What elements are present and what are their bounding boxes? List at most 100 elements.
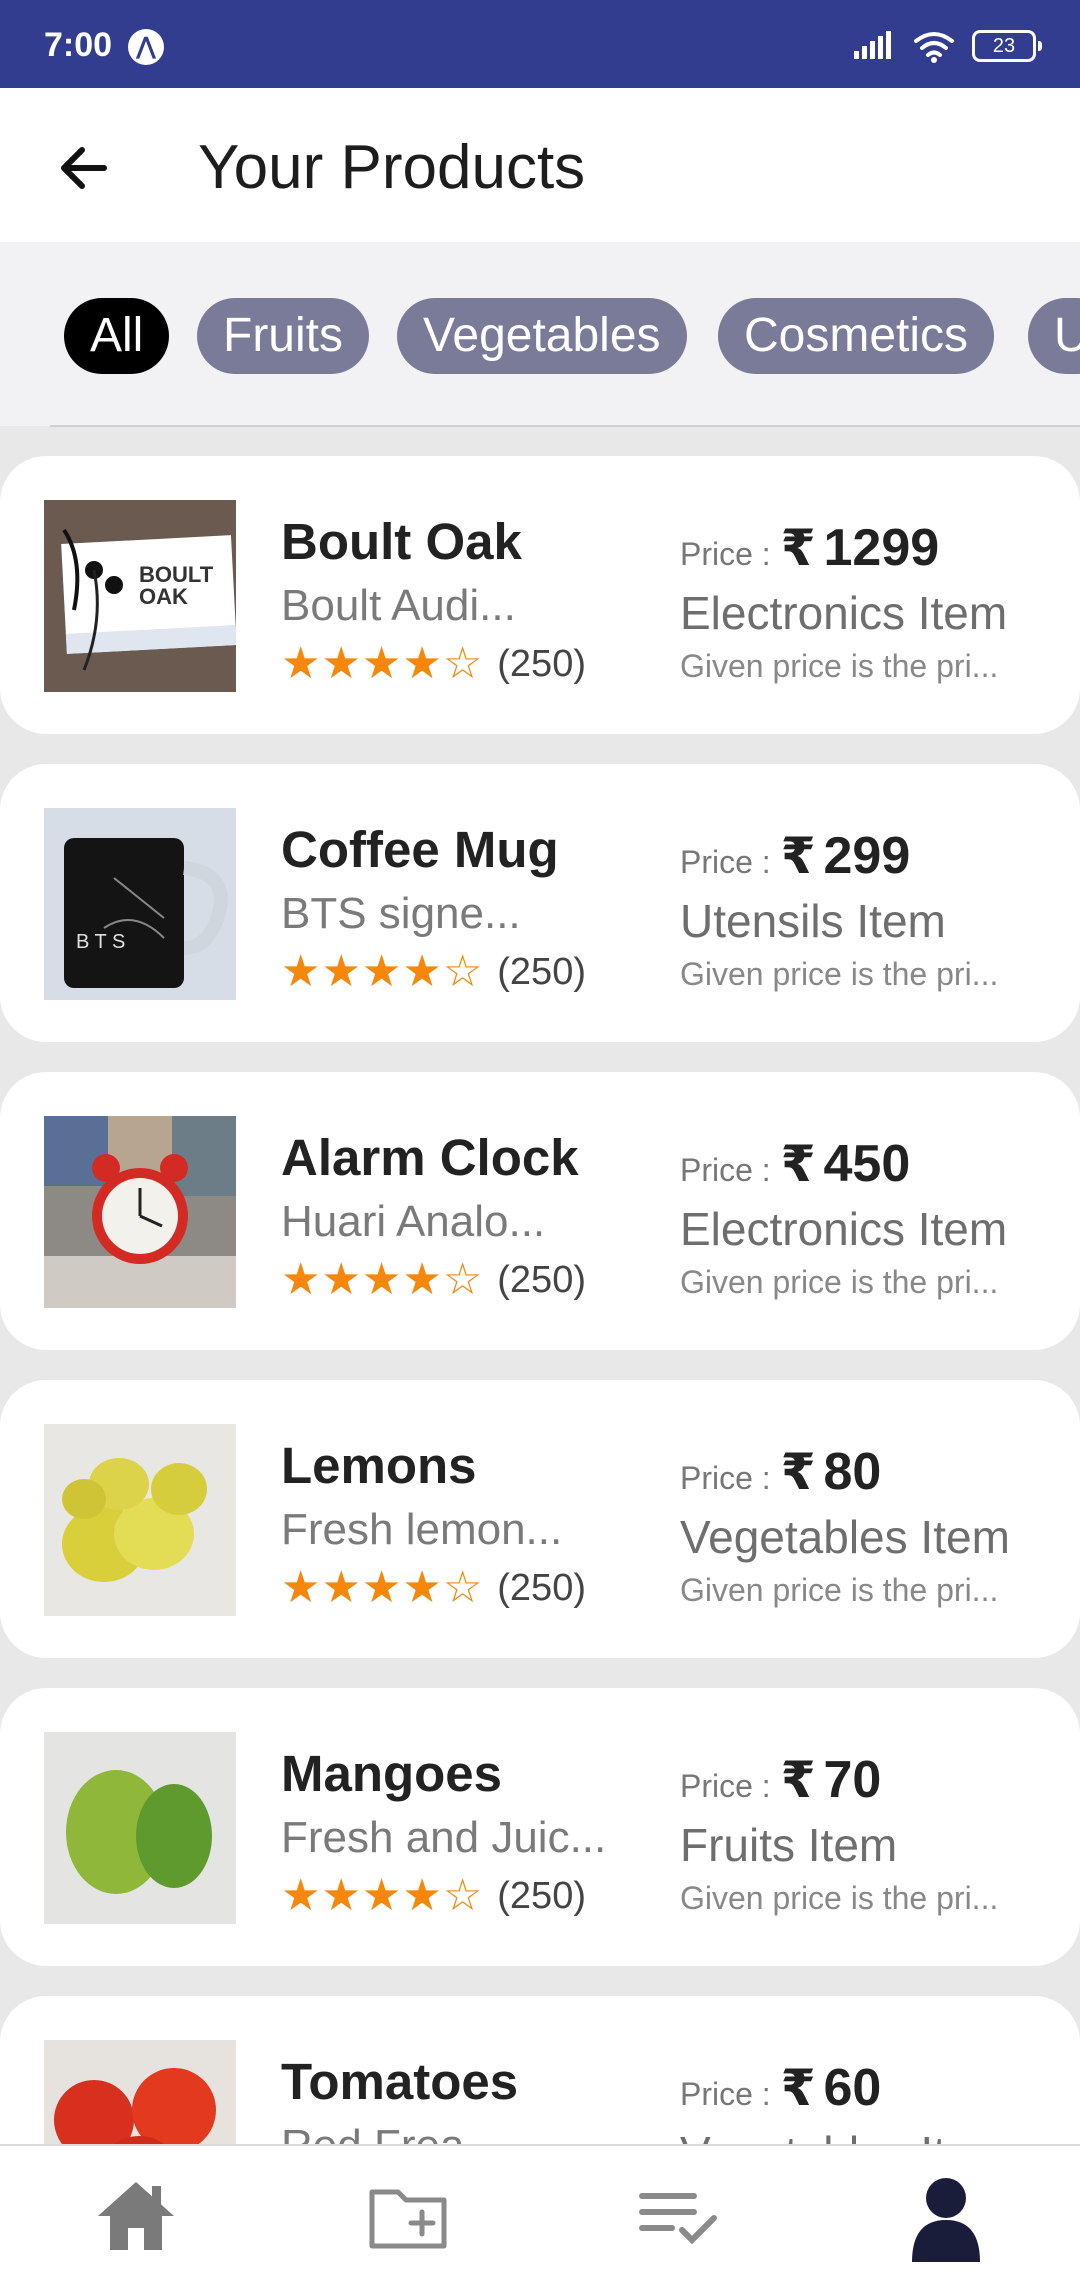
star-empty-icon: ☆ <box>442 1255 483 1304</box>
price-row: Price : ₹80 <box>680 1442 881 1502</box>
price-note: Given price is the pri... <box>680 1264 999 1300</box>
product-image <box>44 2040 236 2144</box>
battery-icon: 23 <box>972 30 1042 62</box>
home-icon[interactable] <box>90 2170 182 2262</box>
product-card[interactable]: Lemons Fresh lemon... ★ ★ ★ ★ ☆ (250) Price … <box>0 1380 1080 1658</box>
star-filled-icon: ★ <box>281 1255 321 1304</box>
rating: ★ ★ ★ ★ ☆ (250) <box>281 1871 586 1921</box>
product-description: Fresh lemon... <box>281 1505 563 1554</box>
star-filled-icon: ★ <box>402 947 442 996</box>
star-empty-icon: ☆ <box>442 639 483 688</box>
star-empty-icon: ☆ <box>442 947 483 996</box>
status-time: 7:00 <box>44 26 113 64</box>
status-bar: 7:00 ⋀ 23 <box>0 0 1080 88</box>
product-category: Vegetables Item <box>680 1511 1010 1563</box>
price-note: Given price is the pri... <box>680 1880 999 1916</box>
star-filled-icon: ★ <box>281 947 321 996</box>
category-filter-bar: All Fruits Vegetables Cosmetics U <box>0 242 1080 426</box>
price-value: 299 <box>823 827 911 885</box>
star-filled-icon: ★ <box>321 1871 361 1920</box>
rating: ★ ★ ★ ★ ☆ (250) <box>281 1255 586 1305</box>
product-category: Electronics Item <box>680 587 1008 639</box>
rating-count: (250) <box>497 950 586 993</box>
product-description: Huari Analo... <box>281 1197 546 1246</box>
product-name: Boult Oak <box>281 513 522 570</box>
product-list[interactable]: BOULT OAK Boult Oak Boult Audi... ★ ★ ★ ★ ☆ … <box>0 426 1080 2144</box>
product-description: Boult Audi... <box>281 581 516 630</box>
back-arrow-icon[interactable] <box>48 132 120 204</box>
price-row: Price : ₹1299 <box>680 518 939 578</box>
product-category: Utensils Item <box>680 895 946 947</box>
star-filled-icon: ★ <box>281 639 321 688</box>
signal-icon <box>854 31 891 59</box>
currency-symbol: ₹ <box>780 828 816 884</box>
rating: ★ ★ ★ ★ ☆ (250) <box>281 1563 586 1613</box>
product-description: BTS signe... <box>281 889 521 938</box>
product-name: Coffee Mug <box>281 821 559 878</box>
currency-symbol: ₹ <box>780 2060 816 2116</box>
price-value: 70 <box>823 1751 882 1809</box>
product-card[interactable]: Alarm Clock Huari Analo... ★ ★ ★ ★ ☆ (250) P… <box>0 1072 1080 1350</box>
product-description: Fresh and Juic... <box>281 1813 607 1862</box>
star-filled-icon: ★ <box>402 1871 442 1920</box>
star-filled-icon: ★ <box>321 1255 361 1304</box>
rating-count: (250) <box>497 1258 586 1301</box>
star-filled-icon: ★ <box>402 639 442 688</box>
star-filled-icon: ★ <box>321 1563 361 1612</box>
star-filled-icon: ★ <box>321 639 361 688</box>
product-card[interactable]: Tomatoes Red Frea... Price :₹60 Vegetabl… <box>0 1996 1080 2144</box>
product-card[interactable]: BOULT OAK Boult Oak Boult Audi... ★ ★ ★ ★ ☆ … <box>0 456 1080 734</box>
currency-symbol: ₹ <box>780 1136 816 1192</box>
product-image <box>44 1116 236 1308</box>
chip-all[interactable]: All <box>64 298 170 374</box>
product-name: Alarm Clock <box>281 1129 579 1186</box>
svg-text:OAK: OAK <box>139 584 188 609</box>
price-label: Price : <box>680 1768 771 1804</box>
rating-count: (250) <box>497 1566 586 1609</box>
star-filled-icon: ★ <box>402 1255 442 1304</box>
star-filled-icon: ★ <box>281 1871 321 1920</box>
product-category: Fruits Item <box>680 1819 898 1871</box>
checklist-icon[interactable] <box>632 2170 724 2262</box>
product-description: Red Frea... <box>281 2121 501 2144</box>
price-value: 450 <box>823 1135 911 1193</box>
app-notification-icon: ⋀ <box>128 29 164 65</box>
star-filled-icon: ★ <box>361 1255 402 1304</box>
product-name: Tomatoes <box>281 2053 519 2110</box>
price-value: 60 <box>823 2059 882 2117</box>
product-card[interactable]: Mangoes Fresh and Juic... ★ ★ ★ ★ ☆ (250) Pr… <box>0 1688 1080 1966</box>
price-row: Price : ₹70 <box>680 1750 881 1810</box>
star-filled-icon: ★ <box>361 639 402 688</box>
price-label: Price : <box>680 844 771 880</box>
wifi-icon <box>914 32 954 63</box>
rating: ★ ★ ★ ★ ☆ (250) <box>281 639 586 689</box>
price-row: Price : ₹299 <box>680 826 910 886</box>
status-indicators: 23 <box>852 28 1042 64</box>
star-filled-icon: ★ <box>281 1563 321 1612</box>
product-card[interactable]: B T S Coffee Mug BTS signe... ★ ★ ★ ★ ☆ (250… <box>0 764 1080 1042</box>
product-name: Mangoes <box>281 1745 503 1802</box>
app-bar: Your Products <box>0 88 1080 242</box>
add-folder-icon[interactable] <box>362 2170 454 2262</box>
chip-cosmetics[interactable]: Cosmetics <box>718 298 995 374</box>
price-label: Price : <box>680 536 771 572</box>
star-filled-icon: ★ <box>402 1563 442 1612</box>
product-image <box>44 1732 236 1924</box>
price-label: Price : <box>680 1460 771 1496</box>
price-value: 80 <box>823 1443 882 1501</box>
price-note: Given price is the pri... <box>680 648 999 684</box>
product-name: Lemons <box>281 1437 477 1494</box>
chip-u[interactable]: U <box>1028 298 1080 374</box>
star-filled-icon: ★ <box>361 947 402 996</box>
product-image <box>44 1424 236 1616</box>
currency-symbol: ₹ <box>780 520 816 576</box>
product-image: B T S <box>44 808 236 1000</box>
star-filled-icon: ★ <box>361 1871 402 1920</box>
svg-text:B T S: B T S <box>76 931 125 953</box>
profile-icon[interactable] <box>900 2170 992 2262</box>
bottom-navigation <box>0 2144 1080 2280</box>
star-filled-icon: ★ <box>321 947 361 996</box>
currency-symbol: ₹ <box>780 1444 816 1500</box>
chip-vegetables[interactable]: Vegetables <box>397 298 687 374</box>
chip-fruits[interactable]: Fruits <box>197 298 369 374</box>
